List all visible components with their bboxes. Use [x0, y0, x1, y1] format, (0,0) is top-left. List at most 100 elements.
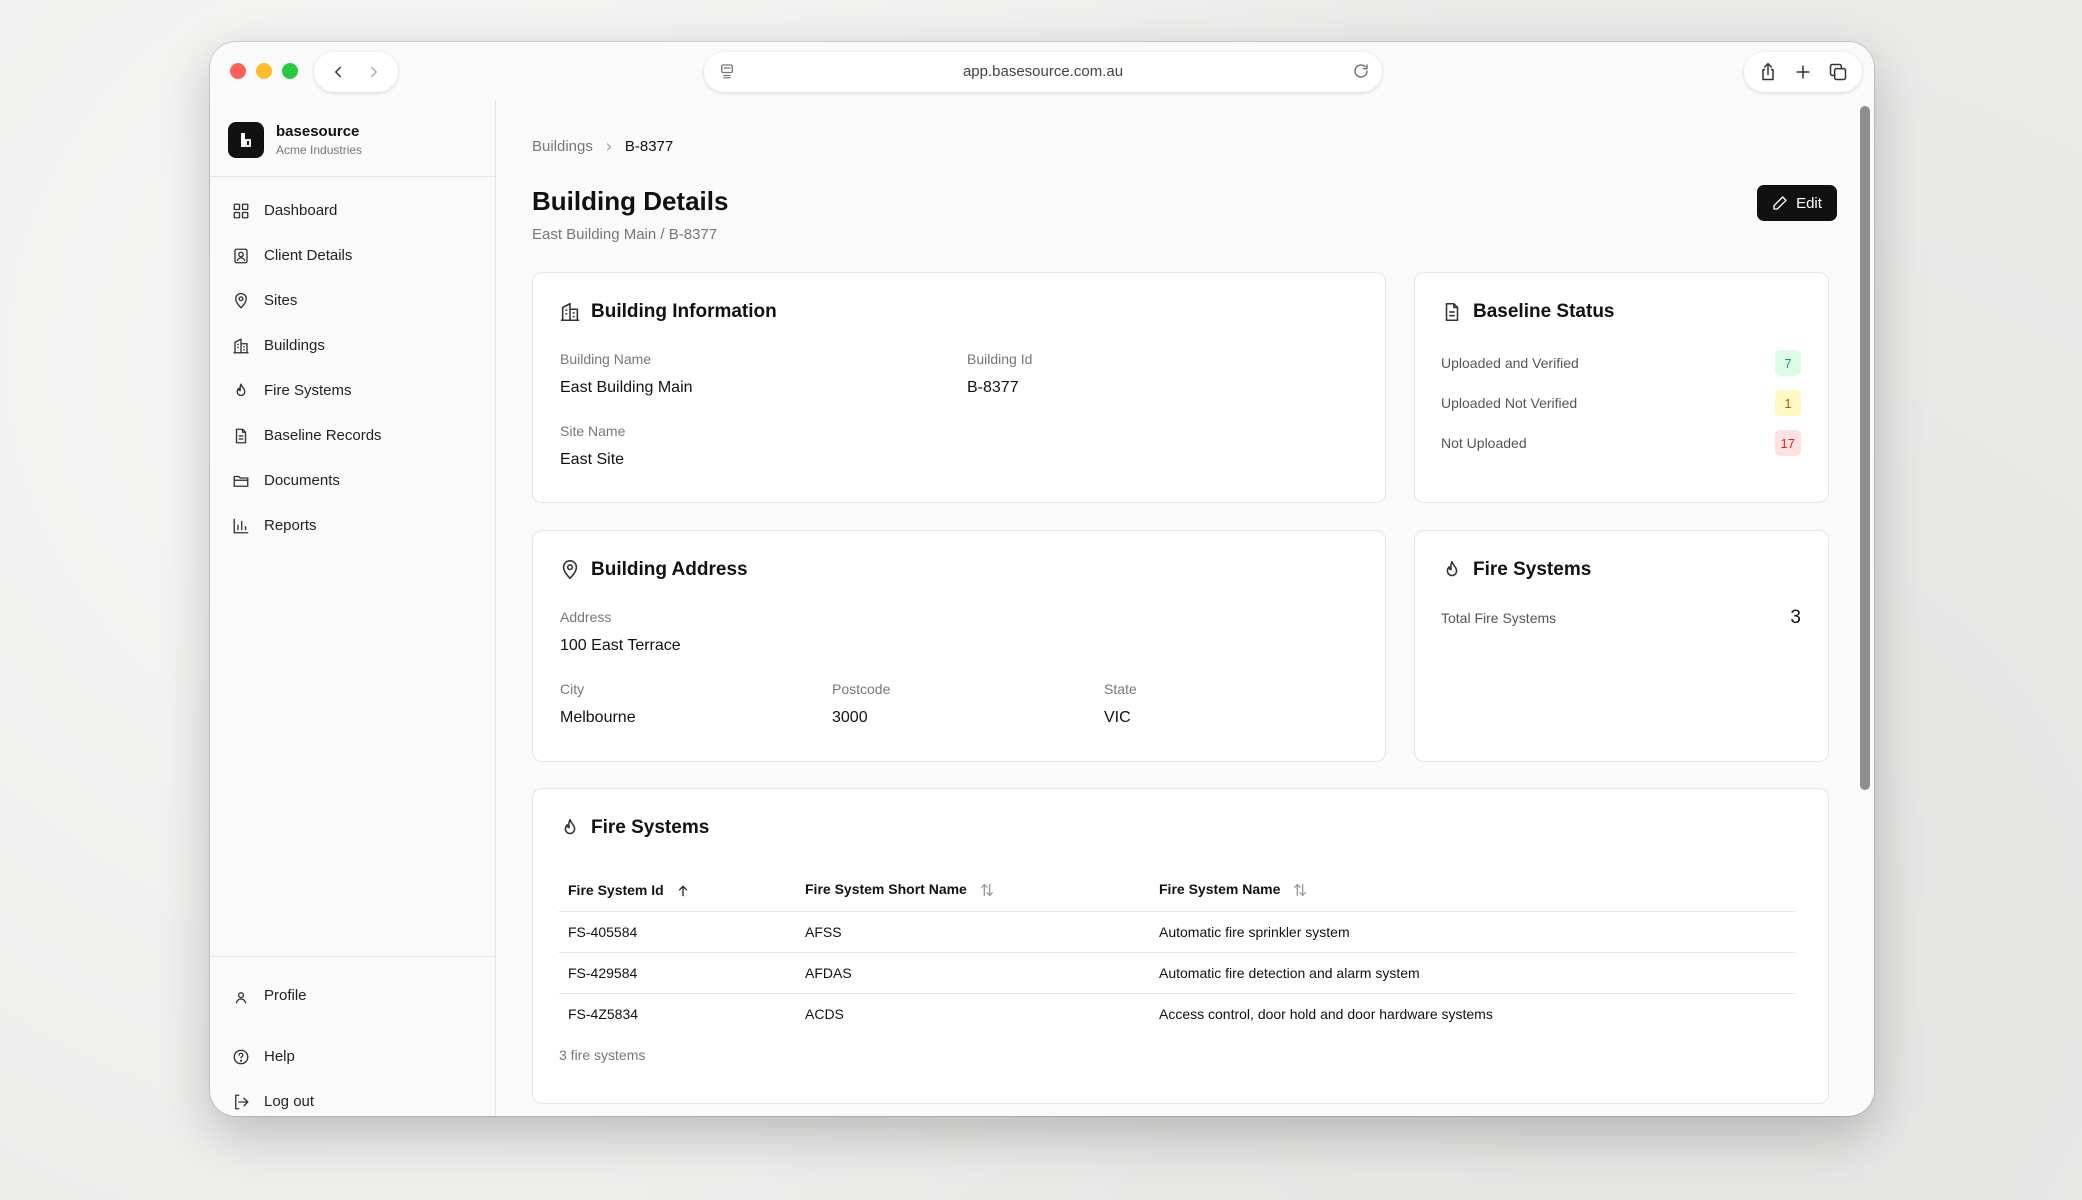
table-row[interactable]: FS-429584 AFDAS Automatic fire detection… — [559, 952, 1795, 994]
logout-icon — [232, 1093, 250, 1111]
sort-ascending-icon[interactable] — [676, 884, 690, 898]
main-content: Buildings B-8377 Building Details East B… — [497, 100, 1874, 1116]
address-value: 100 East Terrace — [560, 637, 681, 654]
address-label: Address — [560, 609, 612, 625]
sidebar-item-help[interactable]: Help — [220, 1034, 486, 1079]
fire-system-short-name-cell: AFDAS — [796, 952, 1150, 994]
sidebar-item-reports[interactable]: Reports — [220, 503, 486, 548]
file-text-icon — [1441, 301, 1463, 323]
table-footer-count: 3 fire systems — [559, 1047, 646, 1063]
breadcrumb-buildings-link[interactable]: Buildings — [532, 138, 593, 155]
new-tab-icon[interactable] — [1793, 62, 1813, 82]
card-title: Baseline Status — [1441, 301, 1615, 323]
building-icon — [559, 301, 581, 323]
client-icon — [232, 247, 250, 265]
page-title: Building Details — [532, 186, 729, 216]
sidebar-item-label: Documents — [264, 472, 340, 489]
sidebar-item-baseline-records[interactable]: Baseline Records — [220, 413, 486, 458]
sidebar-divider — [210, 956, 496, 957]
close-window-button[interactable] — [230, 63, 246, 79]
history-nav — [314, 52, 398, 92]
page-subtitle: East Building Main / B-8377 — [532, 226, 718, 243]
minimize-window-button[interactable] — [256, 63, 272, 79]
status-badge: 17 — [1774, 430, 1801, 456]
sidebar-item-fire-systems[interactable]: Fire Systems — [220, 368, 486, 413]
sidebar-item-client-details[interactable]: Client Details — [220, 233, 486, 278]
edit-button[interactable]: Edit — [1757, 185, 1837, 221]
status-row-not-uploaded: Not Uploaded 17 — [1441, 429, 1801, 457]
fire-system-id-cell: FS-429584 — [559, 952, 796, 994]
status-badge: 7 — [1775, 350, 1801, 376]
sidebar-item-label: Dashboard — [264, 202, 338, 219]
fire-system-name-cell: Automatic fire sprinkler system — [1150, 911, 1795, 953]
url-text: app.basesource.com.au — [962, 63, 1124, 80]
table-header-row: Fire System Id Fire System Short Name Fi… — [559, 869, 1795, 912]
card-title: Building Address — [559, 559, 748, 581]
tab-overview-icon[interactable] — [1828, 62, 1848, 82]
fire-system-name-cell: Automatic fire detection and alarm syste… — [1150, 952, 1795, 994]
card-title: Fire Systems — [559, 817, 709, 839]
browser-actions — [1744, 52, 1862, 92]
flame-icon — [559, 817, 581, 839]
fire-system-short-name-cell: AFSS — [796, 911, 1150, 953]
folder-icon — [232, 472, 250, 490]
table-row[interactable]: FS-405584 AFSS Automatic fire sprinkler … — [559, 911, 1795, 953]
card-title: Building Information — [559, 301, 777, 323]
fire-system-short-name-cell: ACDS — [805, 1005, 844, 1022]
building-information-card: Building Information Building Name East … — [532, 272, 1386, 503]
flame-icon — [232, 382, 250, 400]
sidebar-item-dashboard[interactable]: Dashboard — [220, 188, 486, 233]
column-header-fire-system-id[interactable]: Fire System Id — [559, 869, 796, 912]
sidebar-item-label: Log out — [264, 1093, 315, 1110]
fire-system-id-cell: FS-405584 — [559, 911, 796, 953]
sidebar-item-label: Profile — [264, 987, 307, 1004]
city-label: City — [560, 681, 585, 697]
status-badge: 1 — [1775, 390, 1801, 416]
back-icon[interactable] — [329, 63, 347, 81]
address-bar[interactable]: app.basesource.com.au — [704, 52, 1382, 92]
pencil-icon — [1772, 195, 1788, 211]
brand-logo-icon — [228, 122, 264, 158]
reload-icon[interactable] — [1352, 62, 1370, 85]
share-icon[interactable] — [1758, 62, 1778, 82]
chevron-right-icon — [603, 141, 615, 153]
sidebar-item-label: Fire Systems — [264, 382, 352, 399]
fire-systems-table: Fire System Id Fire System Short Name Fi… — [559, 869, 1795, 1034]
sidebar-item-buildings[interactable]: Buildings — [220, 323, 486, 368]
sidebar-item-documents[interactable]: Documents — [220, 458, 486, 503]
brand[interactable]: basesource Acme Industries — [228, 120, 362, 160]
postcode-label: Postcode — [832, 681, 891, 697]
fire-systems-summary-card: Fire Systems Total Fire Systems 3 — [1414, 530, 1829, 762]
sort-toggle-icon[interactable] — [979, 882, 995, 898]
user-icon — [232, 987, 250, 1005]
sidebar-bottom-nav: Profile — [220, 973, 486, 1018]
building-name-label: Building Name — [560, 351, 652, 367]
scrollbar[interactable] — [1860, 106, 1870, 790]
sidebar-item-profile[interactable]: Profile — [220, 973, 486, 1018]
sidebar-item-sites[interactable]: Sites — [220, 278, 486, 323]
building-id-value: B-8377 — [967, 379, 1019, 396]
maximize-window-button[interactable] — [282, 63, 298, 79]
sidebar-item-logout[interactable]: Log out — [220, 1079, 486, 1116]
dashboard-icon — [232, 202, 250, 220]
baseline-status-card: Baseline Status Uploaded and Verified 7 … — [1414, 272, 1829, 503]
city-value: Melbourne — [560, 709, 636, 726]
building-id-label: Building Id — [967, 351, 1033, 367]
forward-icon[interactable] — [365, 63, 383, 81]
table-row[interactable]: FS-4Z5834 ACDS Access control, door hold… — [559, 993, 1795, 1034]
state-value: VIC — [1104, 709, 1131, 726]
file-text-icon — [232, 427, 250, 445]
total-fire-systems-value: 3 — [1790, 607, 1801, 628]
map-pin-icon — [232, 292, 250, 310]
edit-button-label: Edit — [1796, 194, 1822, 212]
breadcrumb-current: B-8377 — [624, 138, 674, 155]
column-header-fire-system-short-name[interactable]: Fire System Short Name — [796, 869, 1150, 912]
help-circle-icon — [232, 1048, 250, 1066]
state-label: State — [1104, 681, 1137, 697]
browser-titlebar: app.basesource.com.au — [210, 42, 1874, 100]
building-name-value: East Building Main — [560, 379, 693, 396]
column-header-fire-system-name[interactable]: Fire System Name — [1150, 869, 1795, 912]
sort-toggle-icon[interactable] — [1292, 882, 1308, 898]
sidebar-item-label: Buildings — [264, 337, 325, 354]
status-row-not-verified: Uploaded Not Verified 1 — [1441, 389, 1801, 417]
